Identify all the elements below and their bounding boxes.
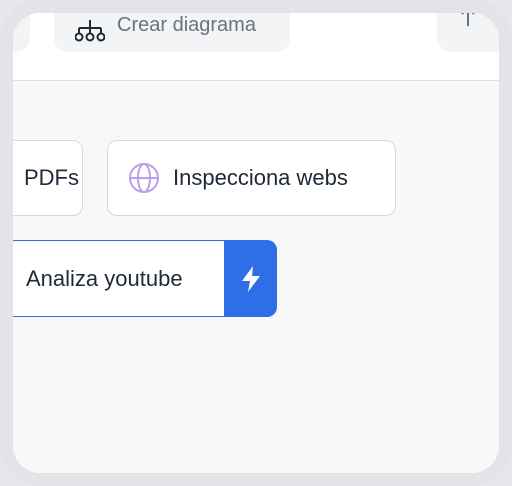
analyze-youtube-run-button[interactable] bbox=[224, 240, 277, 317]
create-diagram-label: Crear diagrama bbox=[117, 14, 256, 36]
bolt-icon bbox=[241, 265, 260, 292]
toolbar-button-left[interactable] bbox=[13, 13, 30, 52]
analyze-youtube-group: Analiza youtube bbox=[13, 240, 277, 317]
analyze-youtube-label: Analiza youtube bbox=[26, 265, 183, 291]
chip-inspect-webs-label: Inspecciona webs bbox=[173, 165, 348, 190]
create-diagram-button[interactable]: Crear diagrama bbox=[54, 13, 290, 52]
device-frame: Crear diagrama PDFs Inspecciona webs Ana… bbox=[0, 0, 512, 486]
top-toolbar: Crear diagrama bbox=[13, 13, 499, 81]
share-icon bbox=[461, 13, 475, 26]
analyze-youtube-chip[interactable]: Analiza youtube bbox=[13, 240, 224, 317]
chip-pdfs[interactable]: PDFs bbox=[13, 140, 83, 216]
globe-icon bbox=[129, 163, 159, 193]
chip-inspect-webs[interactable]: Inspecciona webs bbox=[107, 140, 396, 216]
chip-pdfs-label: PDFs bbox=[24, 165, 79, 190]
diagram-icon bbox=[75, 20, 105, 42]
